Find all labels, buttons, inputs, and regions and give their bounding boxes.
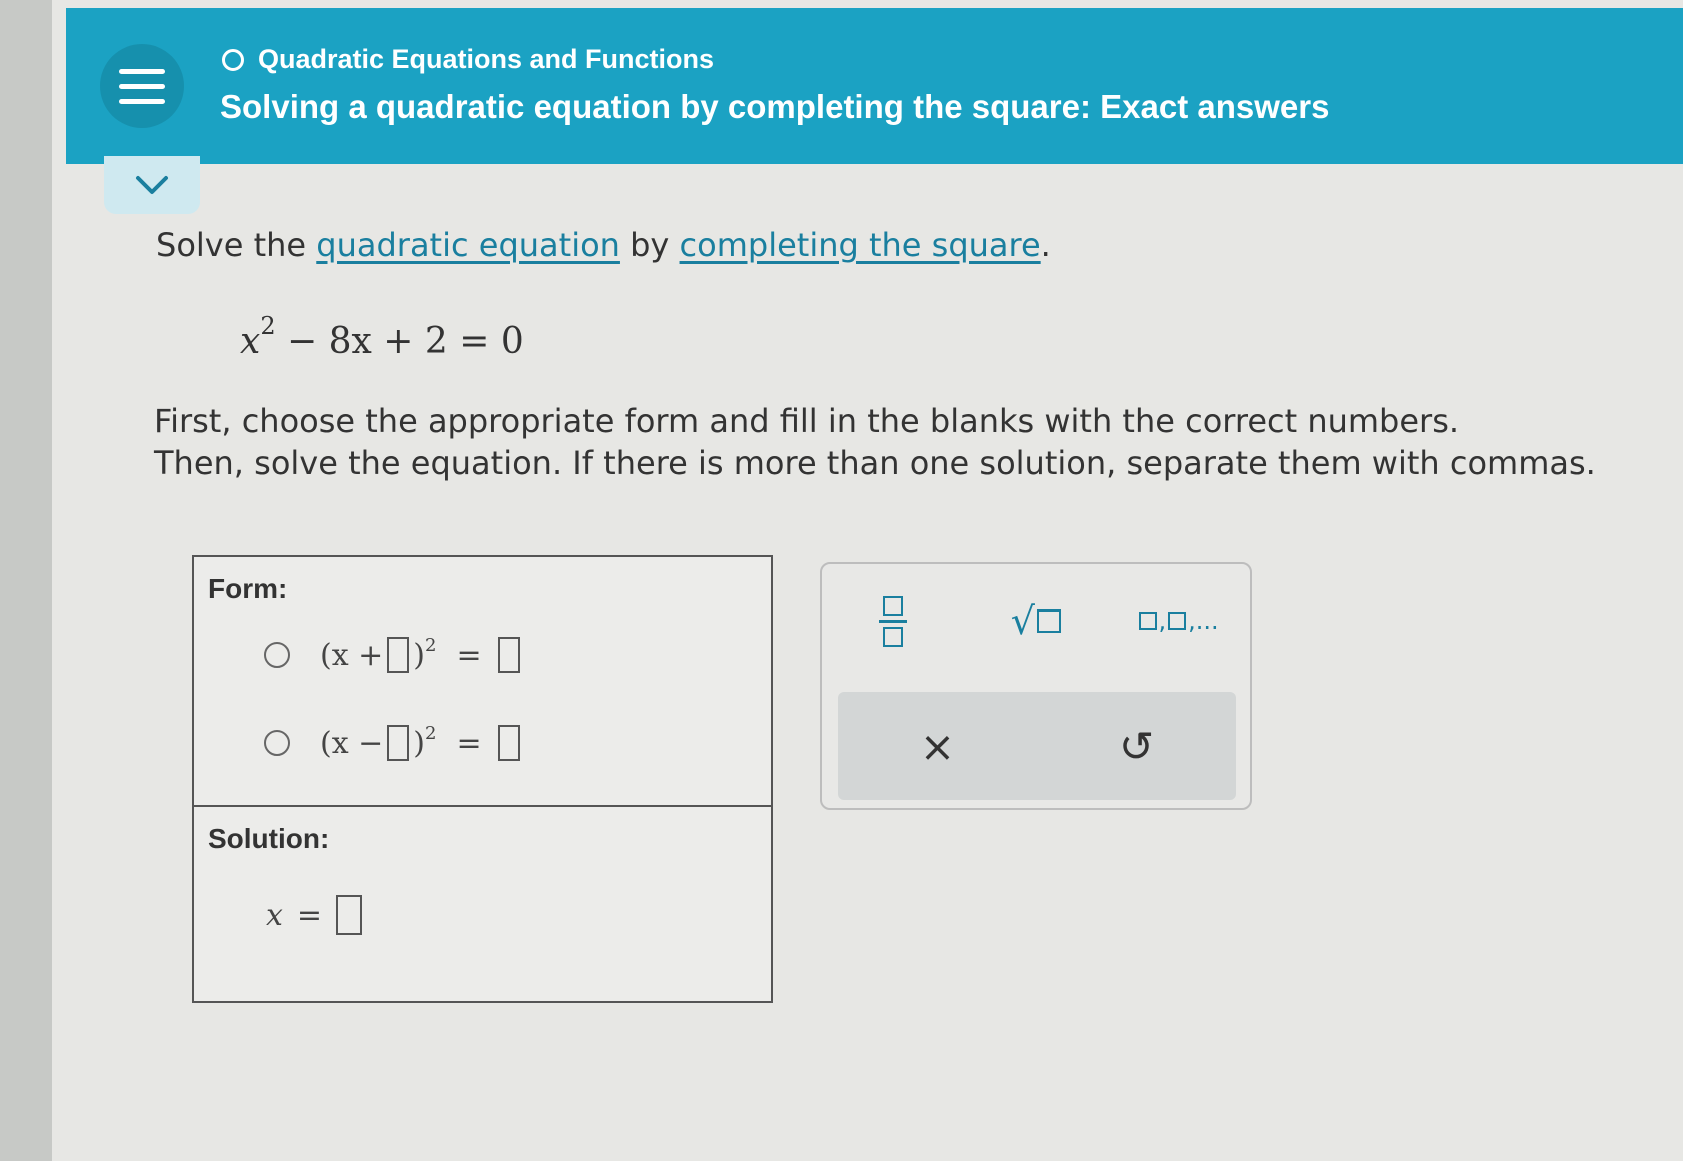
blank-input[interactable] [497,637,520,673]
prompt-text: Solve the [156,226,317,264]
equals-sign: = [296,897,323,933]
equation-variable: x [240,321,261,362]
fraction-icon [879,595,908,647]
square-root-button[interactable]: √ [996,591,1076,651]
equation-rest: − 8x + 2 = 0 [275,321,524,362]
list-button[interactable]: ,,... [1138,591,1219,651]
hamburger-icon-line [119,83,165,89]
keypad-action-row: × ↺ [838,692,1236,800]
completing-the-square-link[interactable]: completing the square [680,226,1041,264]
keypad-symbol-row: √ ,,... [822,586,1250,656]
problem-equation: x2 − 8x + 2 = 0 [240,312,524,362]
hamburger-icon-line [119,98,165,104]
topic-header [66,8,1683,164]
progress-circle-icon [222,48,244,71]
page-title: Solving a quadratic equation by completi… [220,88,1330,125]
fraction-button[interactable] [853,591,933,651]
option-open: (x − [320,725,384,761]
equation-exponent: 2 [260,312,276,340]
solution-input[interactable] [336,895,363,935]
radio-button[interactable] [264,730,290,756]
left-gutter [0,0,52,1161]
close-icon: × [919,721,956,771]
option-close: ) [413,637,426,673]
blank-input[interactable] [387,725,410,761]
solution-section: Solution: x = [194,807,771,1001]
prompt-text: by [619,226,680,264]
option-exponent: 2 [425,634,437,656]
form-section: Form: (x + ) 2 = (x − ) 2 = [194,557,771,807]
form-option-plus[interactable]: (x + ) 2 = [264,634,524,673]
clear-button[interactable]: × [878,706,998,786]
solution-variable: x [266,897,283,933]
square-root-icon: √ [1011,599,1062,643]
collapse-toggle[interactable] [104,156,200,214]
prompt-text: . [1040,226,1051,264]
option-open: (x + [320,637,384,673]
answer-box: Form: (x + ) 2 = (x − ) 2 = Solution: x … [192,555,773,1003]
hamburger-icon [119,68,165,74]
instruction-line: Then, solve the equation. If there is mo… [154,444,1596,482]
solution-label: Solution: [208,823,330,854]
undo-button[interactable]: ↺ [1077,706,1197,786]
undo-icon: ↺ [1118,721,1155,771]
chevron-down-icon [136,176,168,194]
equals-sign: = [456,637,482,673]
instruction-line: First, choose the appropriate form and f… [154,402,1460,440]
list-suffix: ,... [1188,607,1219,635]
option-exponent: 2 [425,722,437,744]
problem-prompt: Solve the quadratic equation by completi… [156,226,1051,264]
topic-breadcrumb: Quadratic Equations and Functions [222,44,714,75]
form-option-minus[interactable]: (x − ) 2 = [264,722,524,761]
instructions: First, choose the appropriate form and f… [154,400,1596,484]
option-close: ) [413,725,426,761]
menu-button[interactable] [100,44,184,128]
blank-input[interactable] [387,637,410,673]
equals-sign: = [456,725,482,761]
form-label: Form: [208,573,288,604]
list-icon: ,,... [1138,607,1219,635]
math-keypad: √ ,,... × ↺ [820,562,1252,810]
blank-input[interactable] [497,725,520,761]
breadcrumb-text: Quadratic Equations and Functions [258,44,715,74]
radio-button[interactable] [264,642,290,668]
solution-equation: x = [266,895,366,935]
quadratic-equation-link[interactable]: quadratic equation [316,226,620,264]
